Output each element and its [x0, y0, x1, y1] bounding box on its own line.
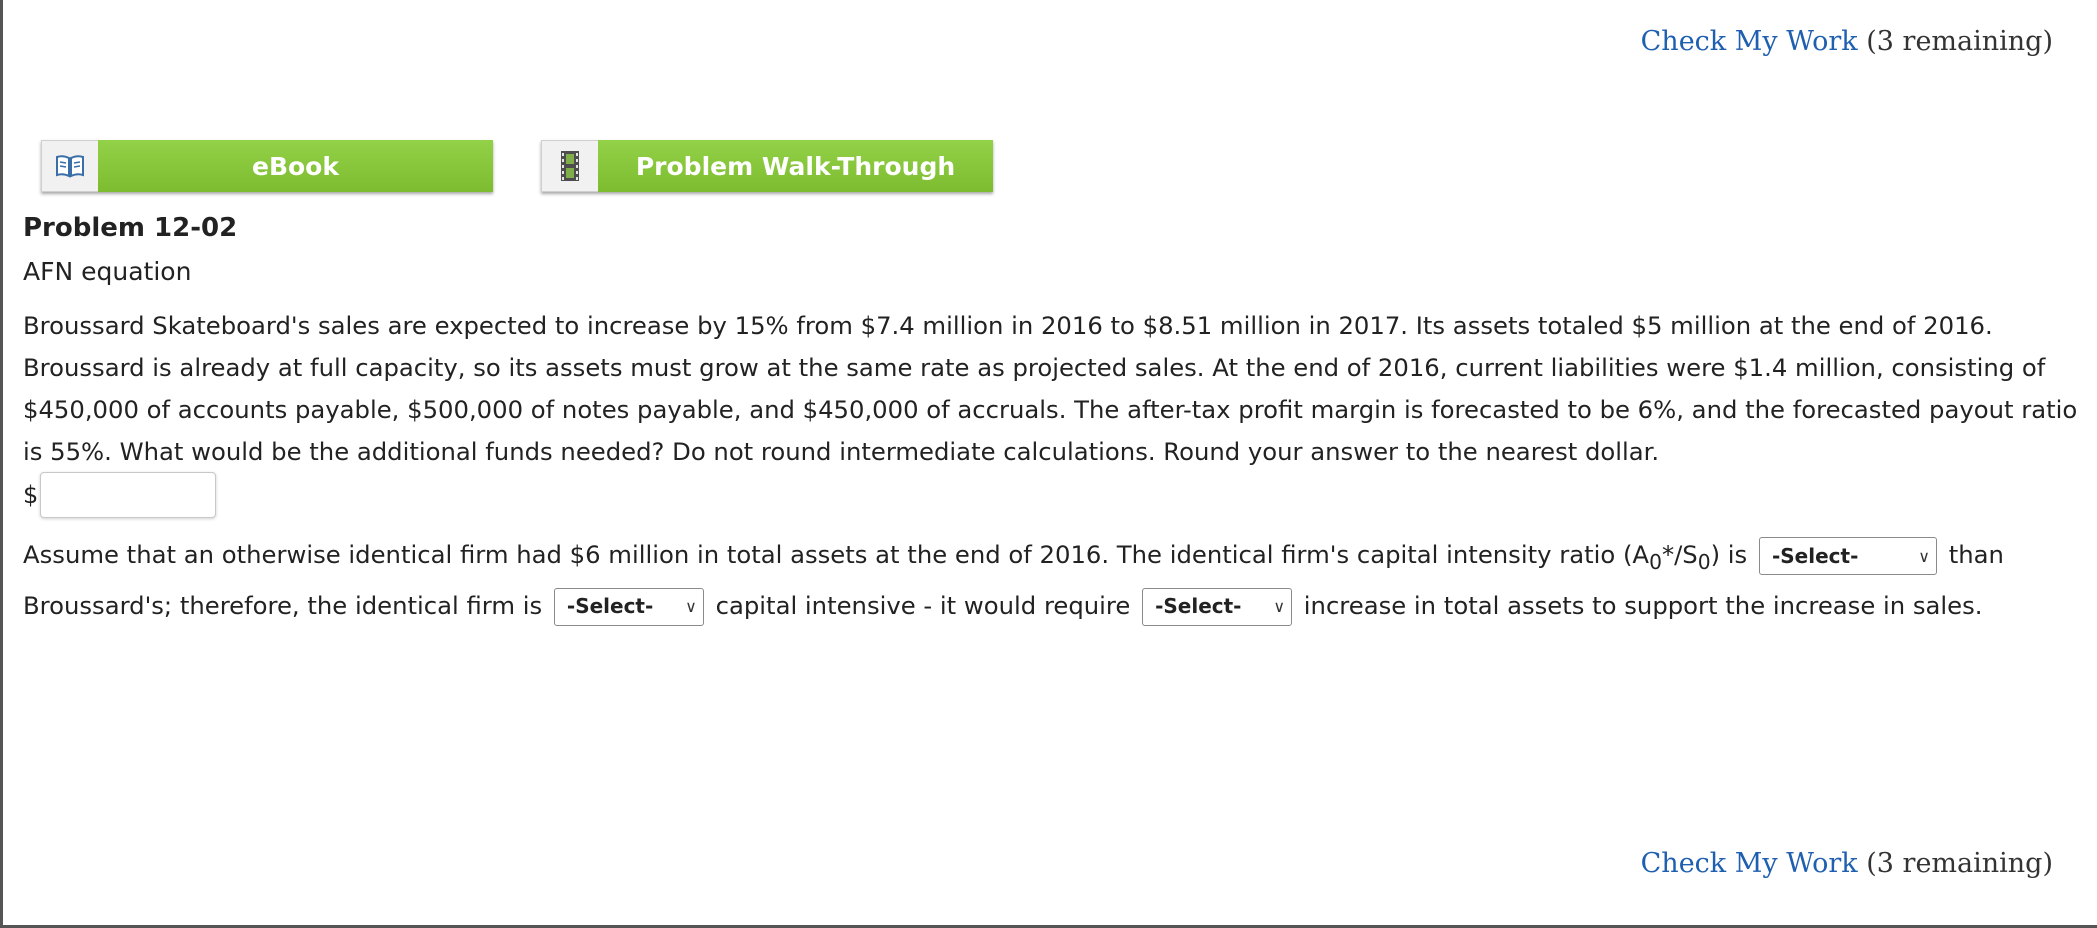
followup-part2: */S	[1661, 540, 1698, 569]
chevron-down-icon: ∨	[685, 597, 697, 617]
chevron-down-icon: ∨	[1918, 546, 1930, 566]
select-value: -Select-	[566, 594, 654, 619]
remaining-count: (3 remaining)	[1866, 848, 2053, 879]
followup-part3: ) is	[1710, 540, 1748, 569]
problem-subtitle: AFN equation	[23, 257, 192, 286]
subscript-zero: 0	[1697, 549, 1711, 574]
ebook-button[interactable]: eBook	[41, 140, 493, 192]
check-my-work-link[interactable]: Check My Work	[1641, 848, 1858, 879]
asset-increase-size-select[interactable]: -Select- ∨	[1142, 587, 1293, 626]
problem-walkthrough-button[interactable]: Problem Walk-Through	[541, 140, 993, 192]
select-value: -Select-	[1155, 594, 1242, 619]
problem-title: Problem 12-02	[23, 213, 238, 243]
book-icon	[41, 140, 98, 192]
chevron-down-icon: ∨	[1273, 597, 1286, 617]
capital-intensive-degree-select[interactable]: -Select- ∨	[553, 587, 704, 626]
capital-intensity-comparison-select[interactable]: -Select- ∨	[1758, 537, 1937, 575]
walkthrough-label: Problem Walk-Through	[598, 140, 993, 192]
currency-symbol: $	[23, 481, 39, 509]
followup-part5: capital intensive - it would require	[715, 590, 1131, 620]
remaining-count: (3 remaining)	[1866, 26, 2053, 57]
check-my-work-top: Check My Work (3 remaining)	[1641, 26, 2053, 57]
assignment-frame: Check My Work (3 remaining) eBook Proble…	[0, 0, 2097, 928]
film-icon	[541, 140, 598, 192]
select-value: -Select-	[1771, 543, 1859, 568]
followup-part1: Assume that an otherwise identical firm …	[23, 540, 1650, 569]
afn-answer-input[interactable]	[40, 472, 217, 518]
check-my-work-bottom: Check My Work (3 remaining)	[1641, 848, 2053, 879]
answer-row: $	[23, 472, 2083, 518]
check-my-work-link[interactable]: Check My Work	[1641, 26, 1858, 57]
followup-part6: increase in total assets to support the …	[1303, 590, 1983, 620]
subscript-zero: 0	[1649, 549, 1662, 574]
followup-text: Assume that an otherwise identical firm …	[23, 533, 2083, 627]
ebook-label: eBook	[98, 140, 493, 192]
problem-text: Broussard Skateboard's sales are expecte…	[23, 311, 2078, 466]
